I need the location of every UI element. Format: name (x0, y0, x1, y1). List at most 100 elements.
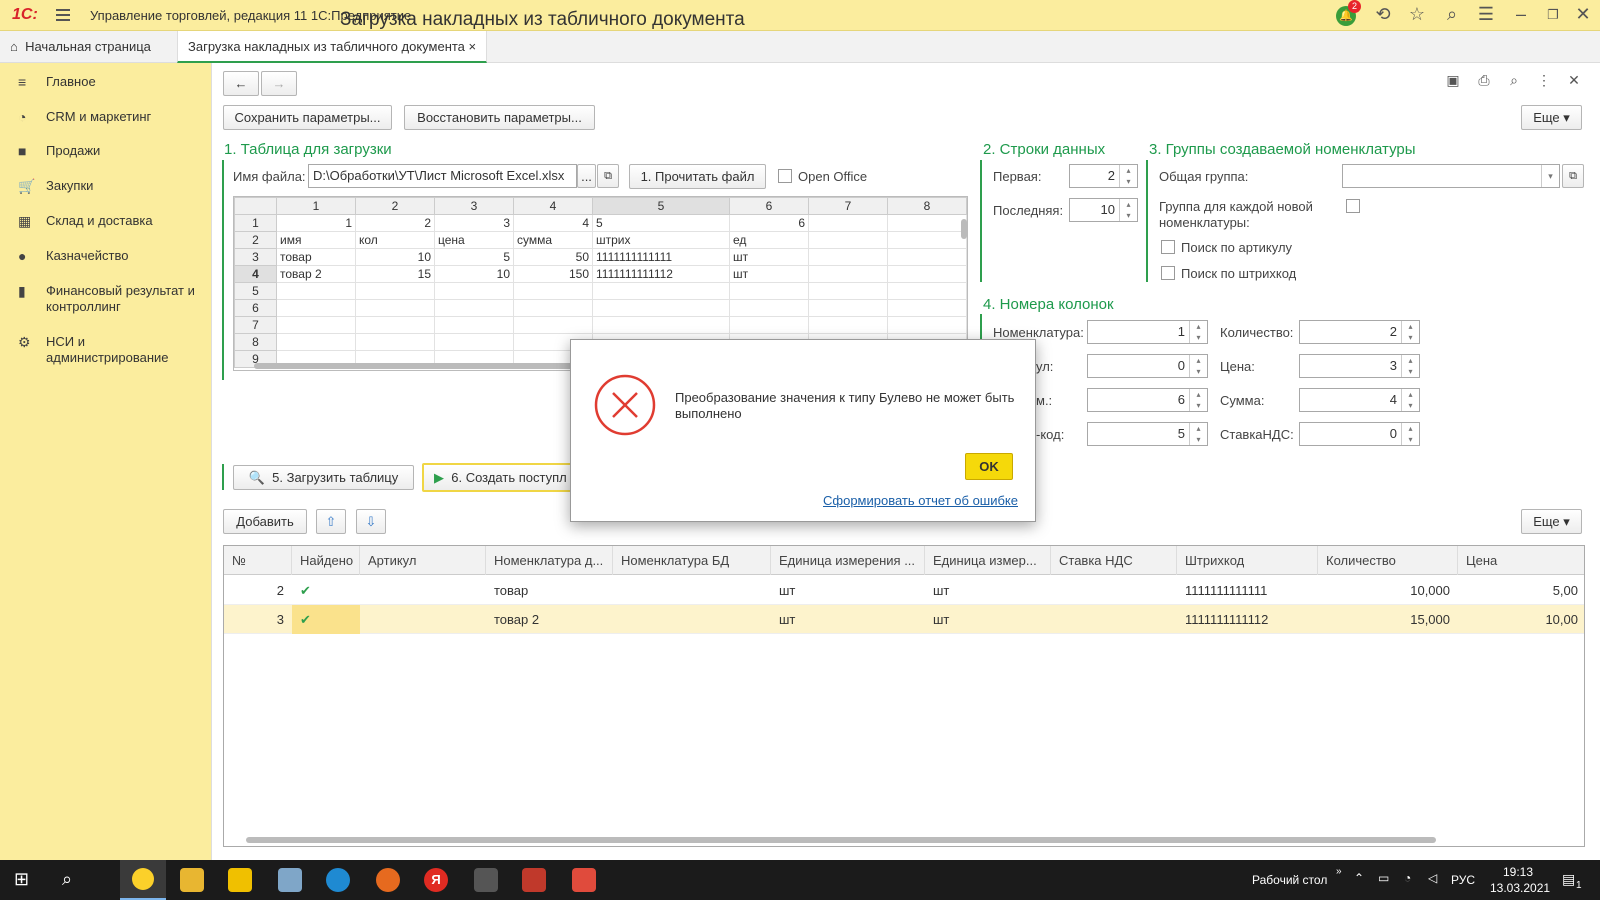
search-icon[interactable]: ⌕ (62, 869, 72, 890)
column-header[interactable]: Номенклатура д... (486, 546, 613, 575)
file-select-button[interactable]: ... (577, 164, 596, 188)
back-button[interactable]: ← (223, 71, 259, 96)
more-vert-icon[interactable]: ⋮ (1533, 72, 1555, 89)
search-article-checkbox[interactable] (1161, 240, 1175, 254)
column-header[interactable]: Единица измер... (925, 546, 1051, 575)
sheet-cell[interactable] (887, 265, 967, 283)
cell-barcode[interactable]: 1111111111112 (1177, 605, 1318, 634)
sheet-cell[interactable]: шт (729, 265, 809, 283)
spin-arrows-icon[interactable]: ▴ ▾ (1189, 389, 1207, 411)
column-header[interactable]: Цена (1458, 546, 1584, 575)
battery-icon[interactable]: ▭ (1378, 871, 1389, 885)
column-header[interactable]: Найдено (292, 546, 360, 575)
table-row[interactable]: 2 ✔ товар шт шт 1111111111111 10,000 5,0… (224, 576, 1584, 605)
spin-arrows-icon[interactable]: ▴ ▾ (1401, 321, 1419, 343)
row-header[interactable]: 5 (234, 282, 277, 300)
sidebar-item-admin[interactable]: ⚙ НСИ и администрирование (0, 328, 211, 368)
sidebar-item-sales[interactable]: ■ Продажи (0, 137, 211, 167)
add-button[interactable]: Добавить (223, 509, 307, 534)
restore-params-button[interactable]: Восстановить параметры... (404, 105, 595, 130)
sheet-cell[interactable]: сумма (513, 231, 593, 249)
table-row[interactable]: 3 ✔ товар 2 шт шт 1111111111112 15,000 1… (224, 605, 1584, 634)
move-up-icon[interactable]: ⇧ (316, 509, 346, 534)
save-icon[interactable]: ▣ (1442, 72, 1464, 89)
cell-price[interactable]: 10,00 (1458, 605, 1584, 634)
sheet-cell[interactable]: 4 (513, 214, 593, 232)
column-header[interactable]: Единица измерения ... (771, 546, 925, 575)
move-down-icon[interactable]: ⇩ (356, 509, 386, 534)
spin-arrows-icon[interactable]: ▴ ▾ (1401, 389, 1419, 411)
anydesk-icon[interactable] (572, 868, 596, 892)
row-header[interactable]: 8 (234, 333, 277, 351)
spin-arrows-icon[interactable]: ▴ ▾ (1119, 199, 1137, 221)
cell-quantity[interactable]: 10,000 (1318, 576, 1458, 605)
col-header[interactable]: 3 (434, 197, 514, 215)
action-center-icon[interactable]: ▤ (1562, 871, 1575, 888)
col-header[interactable]: 6 (729, 197, 809, 215)
sheet-cell[interactable] (808, 231, 888, 249)
clock-date[interactable]: 13.03.2021 (1490, 881, 1550, 895)
spin-arrows-icon[interactable]: ▴ ▾ (1189, 321, 1207, 343)
sheet-cell[interactable]: 2 (355, 214, 435, 232)
col-vat-input[interactable]: 0 ▴ ▾ (1299, 422, 1420, 446)
sheet-cell[interactable]: 6 (729, 214, 809, 232)
file-name-field[interactable]: D:\Обработки\УТ\Лист Microsoft Excel.xls… (308, 164, 577, 188)
calculator-icon[interactable] (474, 868, 498, 892)
column-header[interactable]: Штрихкод (1177, 546, 1318, 575)
app-logo[interactable]: 1С: (12, 6, 38, 24)
cell-vat[interactable] (1051, 576, 1177, 605)
cell-nomenclature[interactable]: товар (486, 576, 613, 605)
col-header[interactable]: 5 (592, 197, 730, 215)
column-header[interactable]: Количество (1318, 546, 1458, 575)
sheet-cell[interactable]: товар (276, 248, 356, 266)
favorites-icon[interactable]: ☆ (1406, 4, 1428, 25)
items-table[interactable]: № Найдено Артикул Номенклатура д... Номе… (223, 545, 1585, 847)
sheet-cell[interactable]: 10 (355, 248, 435, 266)
common-group-select[interactable]: ▾ (1342, 164, 1560, 188)
col-unit-input[interactable]: 6 ▴ ▾ (1087, 388, 1208, 412)
language-indicator[interactable]: РУС (1451, 873, 1475, 887)
search-icon[interactable]: ⌕ (1441, 4, 1463, 25)
windows-start-icon[interactable]: ⊞ (14, 869, 29, 890)
sheet-cell[interactable]: 50 (513, 248, 593, 266)
print-icon[interactable]: ⎙ (1473, 72, 1495, 89)
column-header[interactable]: Номенклатура БД (613, 546, 771, 575)
yandex-icon[interactable]: Я (424, 868, 448, 892)
edge-icon[interactable] (326, 868, 350, 892)
volume-icon[interactable]: ◁ (1428, 871, 1437, 885)
found-check-icon[interactable]: ✔ (292, 605, 360, 634)
sheet-cell[interactable] (808, 248, 888, 266)
spin-arrows-icon[interactable]: ▴ ▾ (1189, 355, 1207, 377)
spin-arrows-icon[interactable]: ▴ ▾ (1401, 355, 1419, 377)
sheet-cell[interactable] (887, 231, 967, 249)
sheet-cell[interactable]: 1111111111111 (592, 248, 730, 266)
column-header[interactable]: Ставка НДС (1051, 546, 1177, 575)
search-barcode-checkbox[interactable] (1161, 266, 1175, 280)
grid-hscrollbar[interactable] (246, 837, 1436, 843)
tab-close-icon[interactable]: × (469, 39, 477, 54)
last-row-input[interactable]: 10 ▴ ▾ (1069, 198, 1138, 222)
col-header[interactable]: 1 (276, 197, 356, 215)
cell-nomenclature-db[interactable] (613, 576, 771, 605)
col-sum-input[interactable]: 4 ▴ ▾ (1299, 388, 1420, 412)
restore-icon[interactable]: ❐ (1542, 7, 1564, 23)
cell-quantity[interactable]: 15,000 (1318, 605, 1458, 634)
cell-barcode[interactable]: 1111111111111 (1177, 576, 1318, 605)
app-icon[interactable] (228, 868, 252, 892)
sheet-cell[interactable] (808, 265, 888, 283)
taskbar-1c-app[interactable] (120, 860, 166, 900)
tab-load-invoices[interactable]: Загрузка накладных из табличного докумен… (177, 31, 488, 63)
error-report-link[interactable]: Сформировать отчет об ошибке (823, 493, 1018, 508)
sheet-cell[interactable]: 10 (434, 265, 514, 283)
cell-unit2[interactable]: шт (925, 605, 1051, 634)
sheet-cell[interactable]: кол (355, 231, 435, 249)
col-barcode-input[interactable]: 5 ▴ ▾ (1087, 422, 1208, 446)
firefox-icon[interactable] (376, 868, 400, 892)
sheet-cell[interactable]: 3 (434, 214, 514, 232)
spin-arrows-icon[interactable]: ▴ ▾ (1119, 165, 1137, 187)
sheet-cell[interactable] (887, 214, 967, 232)
sheet-cell[interactable]: цена (434, 231, 514, 249)
sidebar-item-purchases[interactable]: 🛒 Закупки (0, 172, 211, 202)
cell-nomenclature-db[interactable] (613, 605, 771, 634)
row-header[interactable]: 2 (234, 231, 277, 249)
